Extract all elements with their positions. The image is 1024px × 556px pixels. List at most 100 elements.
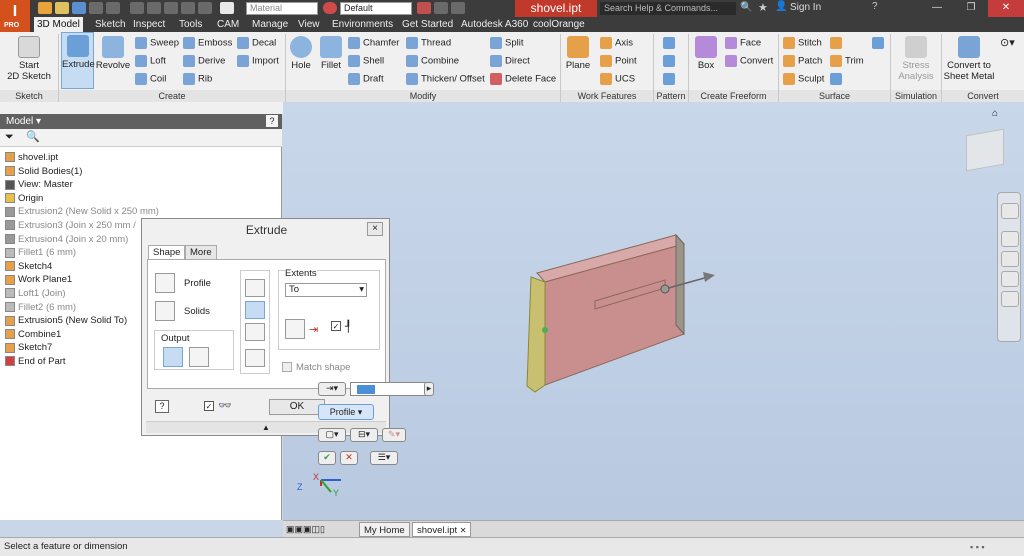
tab-inspect[interactable]: Inspect — [130, 17, 168, 32]
loft-button[interactable]: Loft — [135, 55, 166, 67]
browser-item[interactable]: shovel.ipt — [5, 151, 58, 164]
patch-button[interactable]: Patch — [783, 55, 822, 67]
tab-autodesk-a360[interactable]: Autodesk A360 — [458, 17, 531, 32]
extents-select[interactable]: To ▾ — [285, 283, 367, 297]
shell-button[interactable]: Shell — [348, 55, 384, 67]
maximize-button[interactable]: ❐ — [954, 0, 988, 17]
look-at-icon[interactable] — [1001, 291, 1019, 307]
sign-in-link[interactable]: Sign In — [790, 2, 821, 13]
stitch-button[interactable]: Stitch — [783, 37, 822, 49]
browser-item[interactable]: Sketch4 — [5, 260, 52, 273]
color-swatch-icon[interactable] — [220, 2, 234, 14]
to-face-selector-icon[interactable] — [285, 319, 305, 339]
viewcube[interactable] — [966, 128, 1004, 172]
draft-button[interactable]: Draft — [348, 73, 384, 85]
fillet-button[interactable]: Fillet — [316, 34, 346, 71]
tab-coolorange[interactable]: coolOrange — [530, 17, 588, 32]
revolve-button[interactable]: Revolve — [95, 34, 131, 71]
tab-more[interactable]: More — [185, 245, 217, 259]
tab-my-home[interactable]: My Home — [359, 522, 410, 537]
user-icon[interactable]: 👤 — [775, 1, 787, 12]
browser-item[interactable]: Extrusion2 (New Solid x 250 mm) — [5, 205, 159, 218]
import-button[interactable]: Import — [237, 55, 279, 67]
browser-item[interactable]: Work Plane1 — [5, 273, 72, 286]
select-icon[interactable] — [147, 2, 161, 14]
circ-pattern-button[interactable] — [663, 55, 678, 67]
output-solid-icon[interactable] — [163, 347, 183, 367]
box-button[interactable]: Box — [690, 34, 722, 71]
sweep-button[interactable]: Sweep — [135, 37, 179, 49]
replace-face-button[interactable] — [830, 73, 845, 85]
distance-menu-arrow[interactable]: ▸ — [424, 382, 434, 396]
search-input[interactable]: Search Help & Commands... — [600, 2, 736, 15]
open-icon[interactable] — [55, 2, 69, 14]
distance-input[interactable] — [350, 382, 426, 396]
sculpt-button[interactable]: Sculpt — [783, 73, 824, 85]
thread-button[interactable]: Thread — [406, 37, 451, 49]
intersect-icon[interactable] — [245, 323, 265, 341]
browser-item[interactable]: Extrusion5 (New Solid To) — [5, 314, 127, 327]
chamfer-button[interactable]: Chamfer — [348, 37, 399, 49]
browser-item[interactable]: End of Part — [5, 355, 66, 368]
browser-item[interactable]: View: Master — [5, 178, 73, 191]
mini-options-button[interactable]: ☰▾ — [370, 451, 398, 465]
browser-item[interactable]: Fillet2 (6 mm) — [5, 301, 76, 314]
face-button[interactable]: Face — [725, 37, 761, 49]
mini-operation-button[interactable]: ⊟▾ — [350, 428, 378, 442]
mini-output-button[interactable]: ▢▾ — [318, 428, 346, 442]
tab-get-started[interactable]: Get Started — [399, 17, 456, 32]
app-logo[interactable]: I PRO — [0, 0, 30, 32]
combine-button[interactable]: Combine — [406, 55, 459, 67]
solids-selector-icon[interactable] — [155, 301, 175, 321]
split-button[interactable]: Split — [490, 37, 523, 49]
tab-shovel[interactable]: shovel.ipt ✕ — [412, 522, 472, 537]
join-icon[interactable] — [245, 279, 265, 297]
convert-button[interactable]: Convert — [725, 55, 773, 67]
axis-button[interactable]: Axis — [600, 37, 633, 49]
browser-item[interactable]: Origin — [5, 192, 43, 205]
find-icon[interactable]: 🔍 — [26, 130, 40, 143]
new-solid-icon[interactable] — [245, 349, 265, 367]
minimize-button[interactable]: — — [920, 0, 954, 17]
mini-profile-button[interactable]: Profile ▾ — [318, 404, 374, 420]
stress-analysis-button[interactable]: Stress Analysis — [894, 34, 938, 82]
params-icon[interactable] — [181, 2, 195, 14]
tab-3d-model[interactable]: 3D Model — [34, 17, 83, 32]
fx-icon[interactable] — [451, 2, 465, 14]
help-icon[interactable]: ? — [872, 1, 878, 12]
help-icon[interactable]: ? — [155, 400, 169, 413]
extend-face-icon[interactable]: ⇥ — [309, 323, 318, 336]
adjust-icon[interactable] — [434, 2, 448, 14]
undo-icon[interactable] — [89, 2, 103, 14]
ok-button[interactable]: OK — [269, 399, 325, 415]
measure-icon[interactable] — [164, 2, 178, 14]
appearance-icon[interactable] — [323, 2, 337, 14]
new-icon[interactable] — [38, 2, 52, 14]
tab-shape[interactable]: Shape — [148, 245, 186, 259]
delete-face-button[interactable]: Delete Face — [490, 73, 556, 85]
pan-icon[interactable] — [1001, 231, 1019, 247]
browser-item[interactable]: Solid Bodies(1) — [5, 165, 82, 178]
close-button[interactable]: ✕ — [988, 0, 1024, 17]
browser-title[interactable]: Model ▾ — [6, 116, 41, 127]
steering-wheel-icon[interactable] — [1001, 203, 1019, 219]
repair-button[interactable] — [872, 37, 887, 49]
browser-item[interactable]: Combine1 — [5, 328, 61, 341]
tab-cam[interactable]: CAM — [214, 17, 242, 32]
start-sketch-button[interactable]: Start 2D Sketch — [6, 34, 52, 82]
ribbon-options-icon[interactable]: ⊙▾ — [1000, 36, 1015, 49]
dialog-close-button[interactable]: × — [367, 222, 383, 236]
tab-environments[interactable]: Environments — [329, 17, 396, 32]
extrude-button[interactable]: Extrude — [61, 32, 95, 89]
plane-button[interactable]: Plane — [562, 34, 594, 71]
orbit-icon[interactable] — [1001, 271, 1019, 287]
mini-ok-button[interactable]: ✔ — [318, 451, 336, 465]
ucs-button[interactable]: UCS — [600, 73, 635, 85]
preview-checkbox[interactable]: ✓ — [204, 401, 214, 411]
tab-tools[interactable]: Tools — [176, 17, 205, 32]
decal-button[interactable]: Decal — [237, 37, 276, 49]
emboss-button[interactable]: Emboss — [183, 37, 232, 49]
output-surface-icon[interactable] — [189, 347, 209, 367]
update-icon[interactable] — [198, 2, 212, 14]
browser-item[interactable]: Loft1 (Join) — [5, 287, 66, 300]
